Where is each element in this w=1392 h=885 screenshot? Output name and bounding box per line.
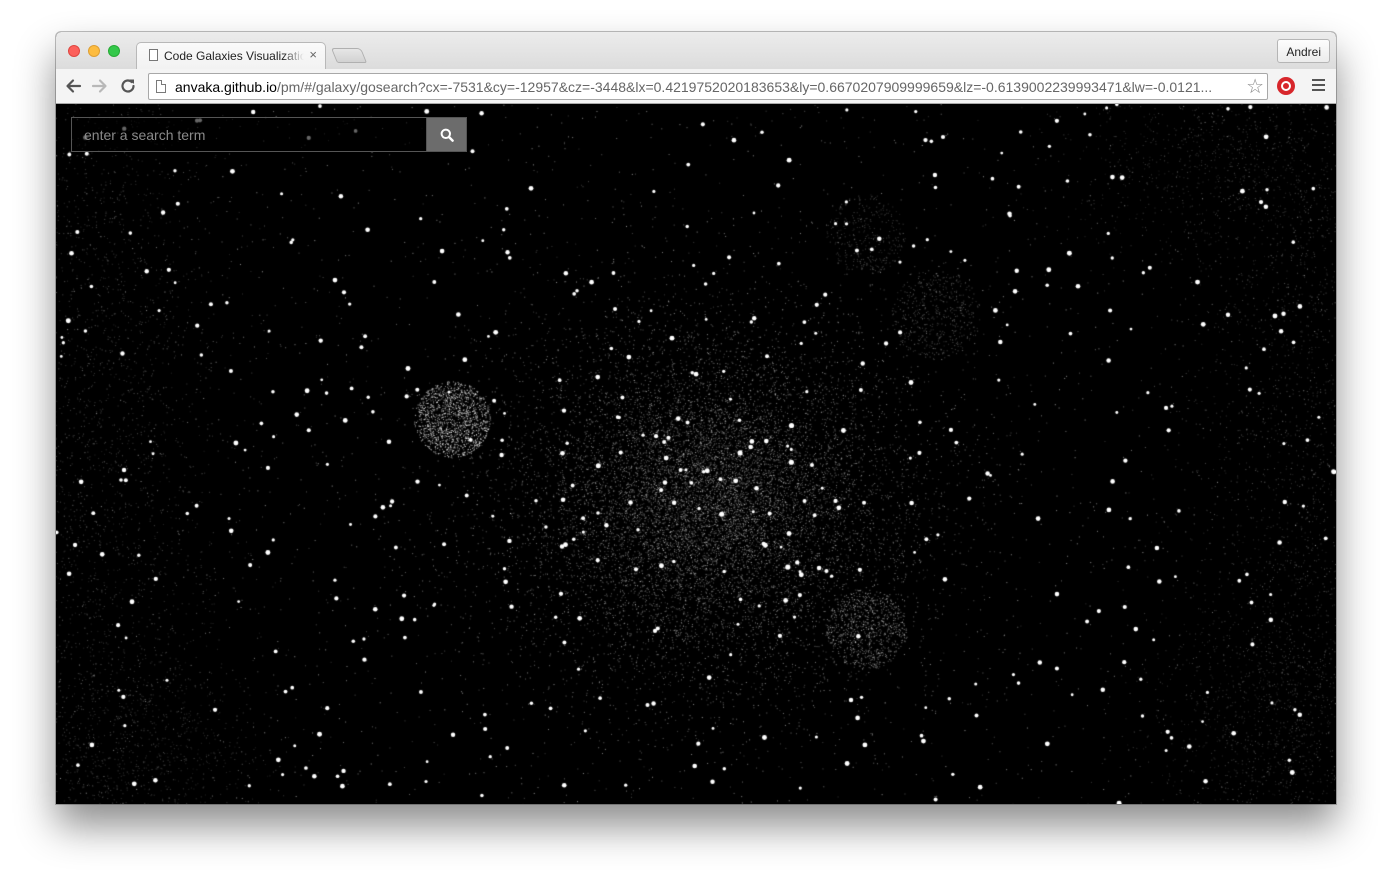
browser-window: Code Galaxies Visualization × Andrei anv… bbox=[56, 32, 1336, 804]
search-button[interactable] bbox=[426, 117, 467, 152]
tab-strip: Code Galaxies Visualization × Andrei bbox=[56, 32, 1336, 69]
url-path: /pm/#/galaxy/gosearch?cx=-7531&cy=-12957… bbox=[276, 79, 1213, 95]
close-window-button[interactable] bbox=[68, 45, 80, 57]
search-input[interactable] bbox=[72, 118, 426, 151]
search-box bbox=[71, 117, 427, 152]
tab-close-icon[interactable]: × bbox=[309, 47, 317, 63]
tab-active[interactable]: Code Galaxies Visualization × bbox=[136, 42, 326, 69]
url-host: anvaka.github.io bbox=[175, 79, 277, 95]
page-info-icon bbox=[156, 80, 166, 93]
star-icon[interactable]: ☆ bbox=[1246, 75, 1264, 99]
back-button[interactable] bbox=[62, 75, 84, 97]
arrow-left-icon bbox=[66, 79, 82, 93]
tab-title: Code Galaxies Visualization bbox=[164, 49, 304, 63]
forward-button[interactable] bbox=[89, 75, 111, 97]
stop-sign-icon[interactable] bbox=[1277, 77, 1295, 95]
profile-button[interactable]: Andrei bbox=[1277, 39, 1330, 63]
address-bar[interactable]: anvaka.github.io/pm/#/galaxy/gosearch?cx… bbox=[148, 73, 1268, 100]
galaxy-view[interactable] bbox=[56, 104, 1336, 804]
zoom-window-button[interactable] bbox=[108, 45, 120, 57]
reload-button[interactable] bbox=[117, 75, 139, 97]
galaxy-canvas[interactable] bbox=[56, 104, 1336, 804]
new-tab-button[interactable] bbox=[330, 48, 368, 63]
hamburger-icon[interactable] bbox=[1312, 79, 1325, 92]
url-text[interactable]: anvaka.github.io/pm/#/galaxy/gosearch?cx… bbox=[175, 79, 1215, 95]
minimize-window-button[interactable] bbox=[88, 45, 100, 57]
magnifier-icon bbox=[440, 128, 454, 142]
reload-icon bbox=[121, 79, 135, 93]
page-icon bbox=[149, 49, 158, 61]
browser-toolbar: anvaka.github.io/pm/#/galaxy/gosearch?cx… bbox=[56, 69, 1336, 104]
arrow-right-icon bbox=[91, 79, 107, 93]
